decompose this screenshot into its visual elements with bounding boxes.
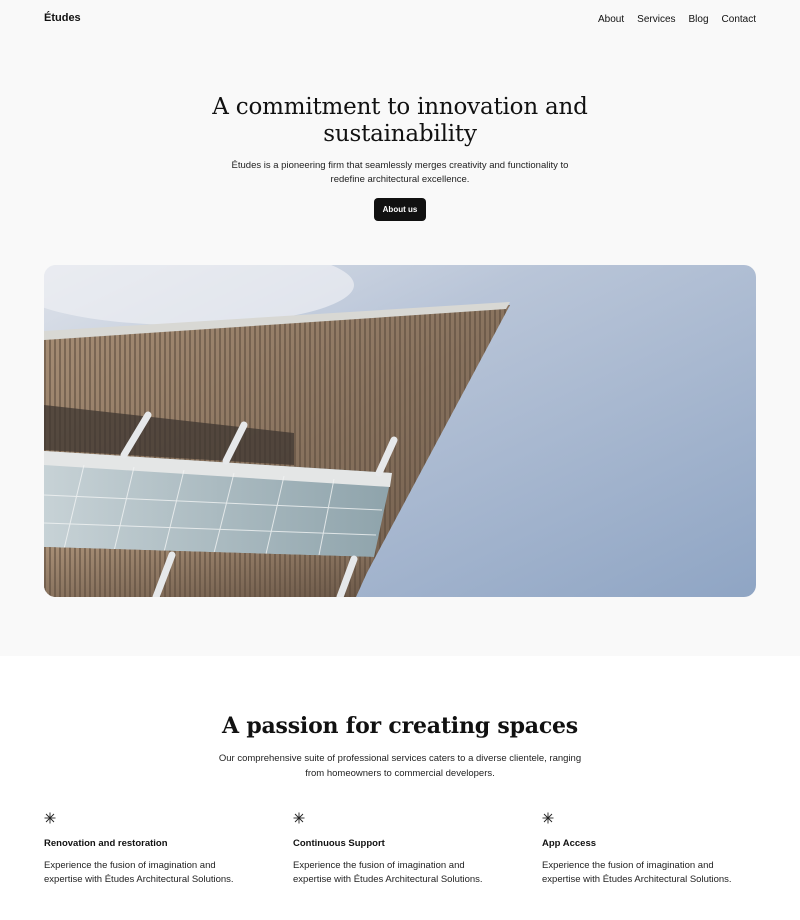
hero-image xyxy=(44,265,756,597)
services-section: A passion for creating spaces Our compre… xyxy=(0,656,800,920)
hero-subtitle: Études is a pioneering firm that seamles… xyxy=(231,160,569,185)
feature-body: Experience the fusion of imagination and… xyxy=(44,860,234,885)
feature-support: Continuous Support Experience the fusion… xyxy=(293,812,503,887)
services-title: A passion for creating spaces xyxy=(221,713,578,739)
feature-renovation: Renovation and restoration Experience th… xyxy=(44,812,254,887)
services-subtitle: Our comprehensive suite of professional … xyxy=(218,753,582,779)
feature-title: Renovation and restoration xyxy=(44,838,168,849)
nav-services[interactable]: Services xyxy=(637,14,675,25)
asterisk-icon xyxy=(542,812,554,824)
feature-title: Continuous Support xyxy=(293,838,385,849)
feature-app-access: App Access Experience the fusion of imag… xyxy=(542,812,752,887)
nav-blog[interactable]: Blog xyxy=(689,14,709,25)
site-header: Études About Services Blog Contact xyxy=(0,0,800,40)
about-us-button[interactable]: About us xyxy=(374,198,426,221)
brand-logo[interactable]: Études xyxy=(44,12,81,24)
asterisk-icon xyxy=(44,812,56,824)
feature-body: Experience the fusion of imagination and… xyxy=(293,860,483,885)
main-nav: About Services Blog Contact xyxy=(598,14,756,25)
nav-about[interactable]: About xyxy=(598,14,624,25)
nav-contact[interactable]: Contact xyxy=(722,14,756,25)
feature-body: Experience the fusion of imagination and… xyxy=(542,860,732,885)
asterisk-icon xyxy=(293,812,305,824)
feature-title: App Access xyxy=(542,838,597,849)
hero-title: A commitment to innovation and sustainab… xyxy=(212,94,588,147)
